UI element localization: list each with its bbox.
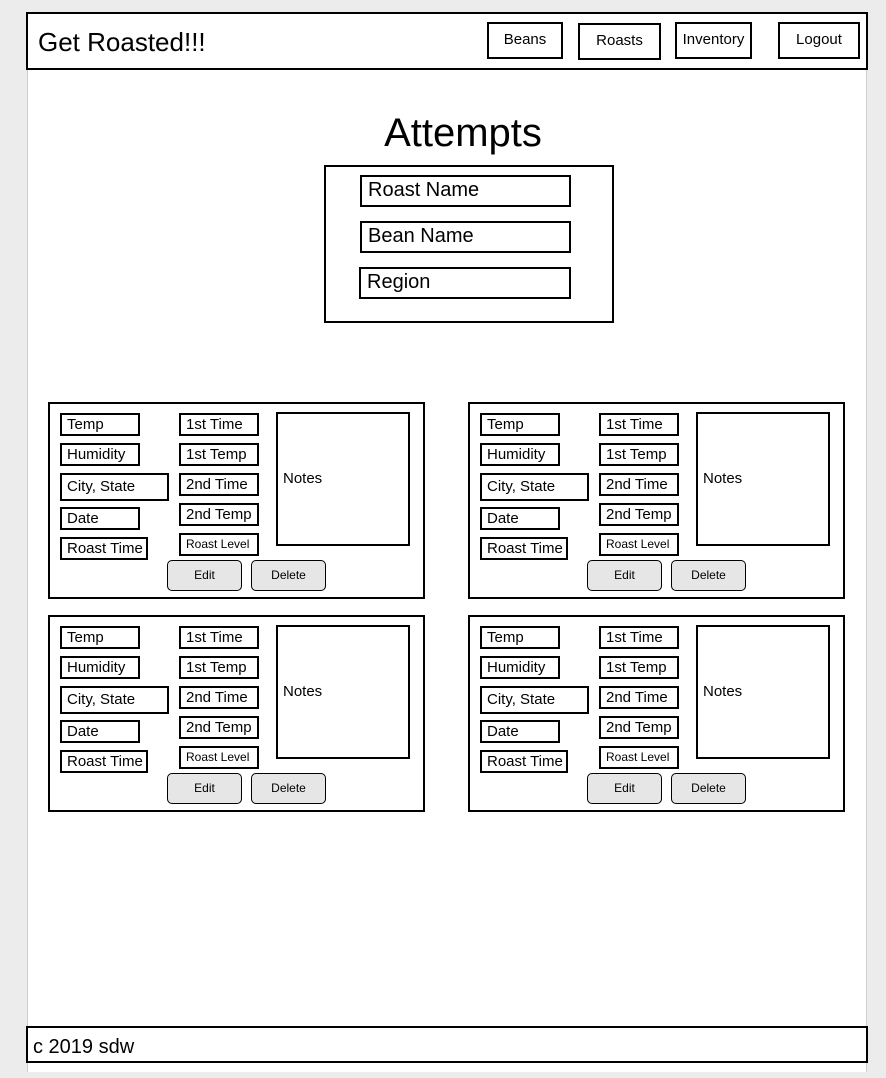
date-field[interactable]: Date [480,507,560,530]
second-temp-field[interactable]: 2nd Temp [599,503,679,526]
copyright-text: c 2019 sdw [33,1036,135,1058]
first-time-field[interactable]: 1st Time [179,413,259,436]
roast-time-field[interactable]: Roast Time [480,537,568,560]
delete-button[interactable]: Delete [671,560,746,591]
temp-field[interactable]: Temp [60,626,140,649]
footer-bar [26,1026,868,1063]
second-temp-field[interactable]: 2nd Temp [179,503,259,526]
nav-inventory-button[interactable]: Inventory [675,22,752,59]
nav-beans-button[interactable]: Beans [487,22,563,59]
roast-level-field[interactable]: Roast Level [179,746,259,769]
nav-logout-button[interactable]: Logout [778,22,860,59]
page-title: Attempts [384,111,542,155]
humidity-field[interactable]: Humidity [480,443,560,466]
first-time-field[interactable]: 1st Time [599,626,679,649]
second-time-field[interactable]: 2nd Time [179,473,259,496]
edit-button[interactable]: Edit [587,773,662,804]
temp-field[interactable]: Temp [480,413,560,436]
brand-title[interactable]: Get Roasted!!! [38,27,206,57]
temp-field[interactable]: Temp [60,413,140,436]
city-state-field[interactable]: City, State [60,473,169,501]
humidity-field[interactable]: Humidity [60,443,140,466]
city-state-field[interactable]: City, State [480,686,589,714]
edit-button[interactable]: Edit [167,773,242,804]
notes-field[interactable]: Notes [276,625,410,759]
humidity-field[interactable]: Humidity [480,656,560,679]
first-time-field[interactable]: 1st Time [179,626,259,649]
temp-field[interactable]: Temp [480,626,560,649]
delete-button[interactable]: Delete [671,773,746,804]
city-state-field[interactable]: City, State [60,686,169,714]
nav-roasts-button[interactable]: Roasts [578,23,661,60]
roast-level-field[interactable]: Roast Level [599,746,679,769]
date-field[interactable]: Date [60,720,140,743]
second-temp-field[interactable]: 2nd Temp [599,716,679,739]
edit-button[interactable]: Edit [587,560,662,591]
roast-time-field[interactable]: Roast Time [480,750,568,773]
first-temp-field[interactable]: 1st Temp [179,443,259,466]
bean-name-field[interactable]: Bean Name [360,221,571,253]
roast-level-field[interactable]: Roast Level [179,533,259,556]
roast-level-field[interactable]: Roast Level [599,533,679,556]
second-time-field[interactable]: 2nd Time [179,686,259,709]
region-field[interactable]: Region [359,267,571,299]
delete-button[interactable]: Delete [251,773,326,804]
delete-button[interactable]: Delete [251,560,326,591]
second-temp-field[interactable]: 2nd Temp [179,716,259,739]
date-field[interactable]: Date [60,507,140,530]
roast-time-field[interactable]: Roast Time [60,750,148,773]
humidity-field[interactable]: Humidity [60,656,140,679]
notes-field[interactable]: Notes [696,412,830,546]
second-time-field[interactable]: 2nd Time [599,473,679,496]
roast-name-field[interactable]: Roast Name [360,175,571,207]
notes-field[interactable]: Notes [696,625,830,759]
first-temp-field[interactable]: 1st Temp [599,656,679,679]
edit-button[interactable]: Edit [167,560,242,591]
first-time-field[interactable]: 1st Time [599,413,679,436]
first-temp-field[interactable]: 1st Temp [179,656,259,679]
date-field[interactable]: Date [480,720,560,743]
second-time-field[interactable]: 2nd Time [599,686,679,709]
city-state-field[interactable]: City, State [480,473,589,501]
first-temp-field[interactable]: 1st Temp [599,443,679,466]
roast-time-field[interactable]: Roast Time [60,537,148,560]
notes-field[interactable]: Notes [276,412,410,546]
